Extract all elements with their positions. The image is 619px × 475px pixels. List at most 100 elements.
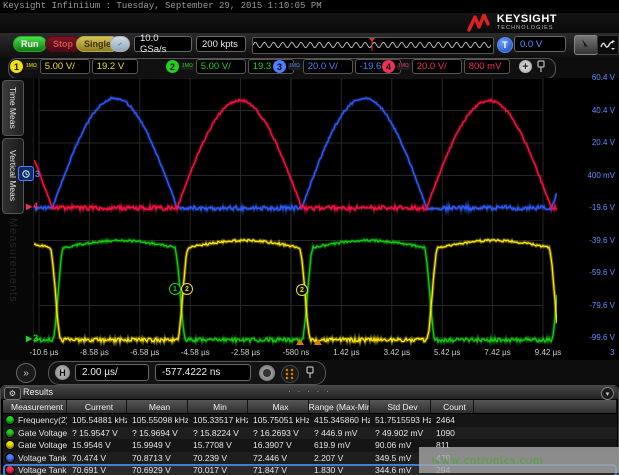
preview-waveform-icon bbox=[253, 38, 491, 51]
horizontal-badge[interactable]: H bbox=[55, 365, 70, 380]
logo-brand-text: KEYSIGHT bbox=[497, 14, 557, 25]
column-header[interactable]: Mean bbox=[127, 400, 188, 413]
arrow-icon: ▶ bbox=[26, 202, 32, 211]
waveform-grid[interactable] bbox=[33, 78, 557, 347]
measurement-marker[interactable]: 1 bbox=[169, 283, 181, 295]
right-axis-tick: -59.6 V bbox=[589, 268, 615, 277]
measurement-value-cell: 51.7515593 Hz bbox=[370, 415, 431, 425]
measurement-name-cell: Frequency(2) bbox=[3, 415, 67, 425]
channel-1-offset-field[interactable]: 19.2 V bbox=[92, 59, 138, 74]
run-button[interactable]: Run bbox=[13, 36, 47, 52]
column-header[interactable]: Range (Max-Min) bbox=[309, 400, 370, 413]
drag-handle[interactable]: · · · · · bbox=[288, 386, 331, 396]
measurement-name-cell: Gate Voltage MC bbox=[3, 428, 67, 438]
add-waveform-button[interactable]: + bbox=[519, 60, 532, 73]
channel-2-reference-marker[interactable]: ▶2 bbox=[26, 333, 38, 343]
measurement-color-dot bbox=[5, 415, 15, 425]
results-collapse-button[interactable]: ▾ bbox=[601, 387, 614, 400]
measurement-value-cell: 70.8713 V bbox=[127, 453, 188, 463]
waveform-display-area: Time Meas Vertical Meas Measurements 60.… bbox=[0, 78, 619, 360]
measurement-value-cell: 619.9 mV bbox=[309, 440, 370, 450]
column-header[interactable]: Measurement bbox=[3, 400, 67, 413]
timebase-group: H 2.00 µs/ -577.4222 ns bbox=[48, 361, 326, 385]
measurement-marker[interactable]: 2 bbox=[181, 283, 193, 295]
right-axis-labels: 60.4 V40.4 V20.4 V400 mV-19.6 V-39.6 V-5… bbox=[556, 78, 618, 347]
sample-rate-field[interactable]: 10.0 GSa/s bbox=[134, 36, 192, 52]
right-axis-tick: 40.4 V bbox=[592, 106, 615, 115]
marker-mode-button[interactable] bbox=[281, 365, 299, 383]
measurement-value-cell: 15.7708 V bbox=[188, 440, 248, 450]
measurement-value-cell: 70.474 V bbox=[67, 453, 127, 463]
pin-icon[interactable] bbox=[536, 60, 546, 73]
measurement-marker[interactable]: 2 bbox=[296, 284, 308, 296]
column-header[interactable]: Count bbox=[431, 400, 474, 413]
measurement-value-cell: ? 16.2693 V bbox=[248, 428, 309, 438]
window-title: Keysight Infiniium : Tuesday, September … bbox=[3, 1, 322, 11]
results-header-row: MeasurementCurrentMeanMinMaxRange (Max-M… bbox=[3, 400, 617, 414]
channel-3-scale-field[interactable]: 20.0 V/ bbox=[303, 59, 353, 74]
horizontal-position-field[interactable]: -577.4222 ns bbox=[155, 364, 251, 381]
column-header[interactable]: Max bbox=[248, 400, 309, 413]
column-header[interactable]: Min bbox=[188, 400, 248, 413]
channel-3-badge[interactable]: 3 bbox=[273, 60, 286, 73]
keysight-spark-icon bbox=[467, 14, 493, 32]
channel-1-group[interactable]: 11MΩ5.00 V/19.2 V bbox=[10, 59, 138, 74]
acquisition-preview-bar[interactable] bbox=[252, 37, 494, 54]
channel-1-impedance: 1MΩ bbox=[25, 63, 38, 70]
measurement-name-cell: Gate Voltage MC bbox=[3, 440, 67, 450]
table-row[interactable]: Frequency(2)105.54881 kHz105.55098 kHz10… bbox=[3, 414, 617, 427]
measurement-value-cell: ? 446.9 mV bbox=[309, 428, 370, 438]
channel-1-badge[interactable]: 1 bbox=[10, 60, 23, 73]
touch-waveform-button[interactable] bbox=[597, 35, 619, 55]
zoom-mode-button[interactable] bbox=[259, 365, 275, 381]
time-axis-tick: -10.6 µs bbox=[29, 348, 58, 357]
waveform-setup-button[interactable] bbox=[110, 36, 130, 52]
channel-1-scale-field[interactable]: 5.00 V/ bbox=[40, 59, 90, 74]
channel-4-badge[interactable]: 4 bbox=[382, 60, 395, 73]
measurement-value-cell: ? 15.9694 V bbox=[127, 428, 188, 438]
right-axis-tick: -79.6 V bbox=[589, 301, 615, 310]
results-title-bar[interactable]: ⚙ Results · · · · · ▾ bbox=[1, 386, 618, 399]
expand-chevron-button[interactable]: » bbox=[16, 363, 36, 383]
measurement-color-dot bbox=[5, 453, 15, 463]
measurement-name-cell: Voltage Tank Cir bbox=[3, 465, 67, 475]
memory-depth-field[interactable]: 200 kpts bbox=[196, 36, 246, 52]
channel-4-reference-marker[interactable]: ▶4 bbox=[26, 201, 38, 211]
column-header[interactable]: Std Dev bbox=[370, 400, 431, 413]
results-settings-button[interactable]: ⚙ bbox=[4, 387, 21, 400]
measurement-value-cell: 105.33517 kHz bbox=[188, 415, 248, 425]
measurement-value-cell: 415.345860 Hz bbox=[309, 415, 370, 425]
measurement-value-cell: 70.017 V bbox=[188, 465, 248, 475]
trigger-level-field[interactable]: 0.0 V bbox=[514, 36, 566, 52]
channel-4-group[interactable]: 41MΩ20.0 V/800 mV bbox=[382, 59, 510, 74]
channel-3-impedance: 1MΩ bbox=[288, 63, 301, 70]
measurement-value-cell: 71.847 V bbox=[248, 465, 309, 475]
table-row[interactable]: Gate Voltage MC? 15.9547 V? 15.9694 V ? 1… bbox=[3, 427, 617, 440]
measurement-value-cell: 70.239 V bbox=[188, 453, 248, 463]
measurement-value-cell: 2.207 V bbox=[309, 453, 370, 463]
mouse-mode-button[interactable] bbox=[574, 35, 598, 55]
channel-4-offset-field[interactable]: 800 mV bbox=[464, 59, 510, 74]
measurement-value-cell: ? 15.9547 V bbox=[67, 428, 127, 438]
timebase-pin-icon[interactable] bbox=[305, 366, 315, 379]
channel-2-badge[interactable]: 2 bbox=[166, 60, 179, 73]
keysight-logo: KEYSIGHT TECHNOLOGIES bbox=[467, 14, 557, 32]
measurement-value-cell: ? 49.902 mV bbox=[370, 428, 431, 438]
channel-4-scale-field[interactable]: 20.0 V/ bbox=[412, 59, 462, 74]
channel-2-scale-field[interactable]: 5.00 V/ bbox=[196, 59, 246, 74]
measurement-value-cell: 105.54881 kHz bbox=[67, 415, 127, 425]
time-per-div-field[interactable]: 2.00 µs/ bbox=[75, 364, 149, 381]
tab-time-meas[interactable]: Time Meas bbox=[2, 80, 24, 136]
measurement-value-cell: 105.75051 kHz bbox=[248, 415, 309, 425]
column-header[interactable]: Current bbox=[67, 400, 127, 413]
time-axis-tick: -2.58 µs bbox=[231, 348, 260, 357]
time-axis-tick: -580 ns bbox=[283, 348, 310, 357]
time-axis-tick: 7.42 µs bbox=[484, 348, 510, 357]
right-axis-tick: -19.6 V bbox=[589, 203, 615, 212]
edge-trigger-triangle-icon bbox=[296, 339, 304, 345]
trigger-badge[interactable]: T bbox=[497, 37, 513, 53]
measurement-value-cell: 1090 bbox=[431, 428, 474, 438]
channel-4-impedance: 1MΩ bbox=[397, 63, 410, 70]
channel-3-reference-marker[interactable]: 3 bbox=[18, 166, 40, 181]
measurement-value-cell: 16.3907 V bbox=[248, 440, 309, 450]
